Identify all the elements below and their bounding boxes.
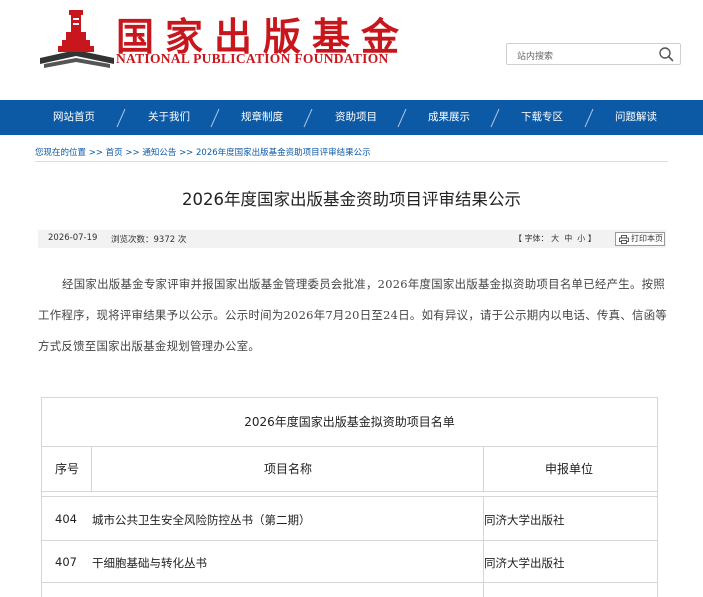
nav-separator [397, 108, 407, 128]
view-count-unit: 次 [177, 235, 187, 245]
row-publisher: 同济大学出版社 [484, 556, 565, 570]
nav-item-faq[interactable]: 问题解读 [615, 100, 657, 135]
site-header: 国家出版基金 NATIONAL PUBLICATION FOUNDATION [0, 0, 703, 100]
nav-item-achievements[interactable]: 成果展示 [428, 100, 470, 135]
font-size-medium[interactable]: 中 [564, 234, 572, 243]
article-title: 2026年度国家出版基金资助项目评审结果公示 [182, 190, 521, 209]
project-table: 2026年度国家出版基金拟资助项目名单 序号 项目名称 申报单位 404 城市公… [41, 397, 658, 597]
nav-separator [584, 108, 594, 128]
print-button[interactable]: 打印本页 [615, 232, 665, 246]
table-header-divider [42, 491, 657, 492]
table-column-divider [91, 447, 92, 491]
search-icon[interactable] [658, 46, 674, 62]
view-count-value: 9372 [153, 235, 176, 245]
search-box [506, 43, 681, 67]
table-row-divider [42, 582, 657, 583]
logo-emblem-icon[interactable] [38, 6, 116, 72]
table-column-divider [483, 447, 484, 491]
font-size-label: 【 字体： [514, 234, 549, 243]
nav-item-downloads[interactable]: 下载专区 [521, 100, 563, 135]
row-project-name: 城市公共卫生安全风险防控丛书（第二期） [92, 513, 311, 527]
view-count-label: 浏览次数： [111, 235, 154, 245]
view-count: 浏览次数：9372 次 [111, 233, 186, 245]
nav-separator [303, 108, 313, 128]
nav-item-home[interactable]: 网站首页 [53, 100, 95, 135]
breadcrumb-home-link[interactable]: 首页 [106, 148, 123, 158]
breadcrumb-separator: >> [179, 148, 194, 158]
table-header-unit: 申报单位 [545, 462, 594, 476]
publish-date: 2026-07-19 [48, 233, 98, 243]
font-size-large[interactable]: 大 [551, 234, 559, 243]
breadcrumb-current[interactable]: 2026年度国家出版基金资助项目评审结果公示 [196, 148, 371, 158]
breadcrumb-notices-link[interactable]: 通知公告 [142, 148, 176, 158]
nav-separator [490, 108, 500, 128]
print-button-label: 打印本页 [631, 234, 663, 243]
table-row-divider [42, 540, 657, 541]
table-title: 2026年度国家出版基金拟资助项目名单 [42, 398, 657, 447]
breadcrumb: 您现在的位置 >> 首页 >> 通知公告 >> 2026年度国家出版基金资助项目… [35, 146, 371, 158]
row-publisher: 同济大学出版社 [484, 513, 565, 527]
table-row-divider [42, 496, 657, 497]
nav-item-about[interactable]: 关于我们 [148, 100, 190, 135]
nav-item-projects[interactable]: 资助项目 [335, 100, 377, 135]
article-meta-bar: 2026-07-19 浏览次数：9372 次 【 字体： 大 中 小 】 打印本… [38, 230, 666, 248]
row-project-name: 干细胞基础与转化丛书 [92, 556, 207, 570]
font-size-close: 】 [587, 234, 596, 243]
nav-separator [116, 108, 126, 128]
printer-icon [619, 235, 629, 244]
nav-separator [210, 108, 220, 128]
row-no: 404 [55, 512, 77, 526]
table-header-no: 序号 [55, 462, 80, 476]
article-body: 经国家出版基金专家评审并报国家出版基金管理委员会批准，2026年度国家出版基金拟… [38, 277, 668, 353]
nav-item-rules[interactable]: 规章制度 [241, 100, 283, 135]
font-size-control: 【 字体： 大 中 小 】 [514, 233, 596, 244]
breadcrumb-prefix: 您现在的位置 [35, 148, 87, 158]
main-nav: 网站首页 关于我们 规章制度 资助项目 成果展示 下载专区 问题解读 [0, 100, 703, 135]
breadcrumb-separator: >> [88, 148, 103, 158]
search-input[interactable] [507, 47, 647, 67]
breadcrumb-divider [35, 161, 668, 162]
font-size-small[interactable]: 小 [577, 234, 585, 243]
breadcrumb-separator: >> [125, 148, 140, 158]
table-header-name: 项目名称 [264, 462, 313, 476]
row-no: 407 [55, 555, 77, 569]
site-logo-english[interactable]: NATIONAL PUBLICATION FOUNDATION [116, 51, 389, 67]
